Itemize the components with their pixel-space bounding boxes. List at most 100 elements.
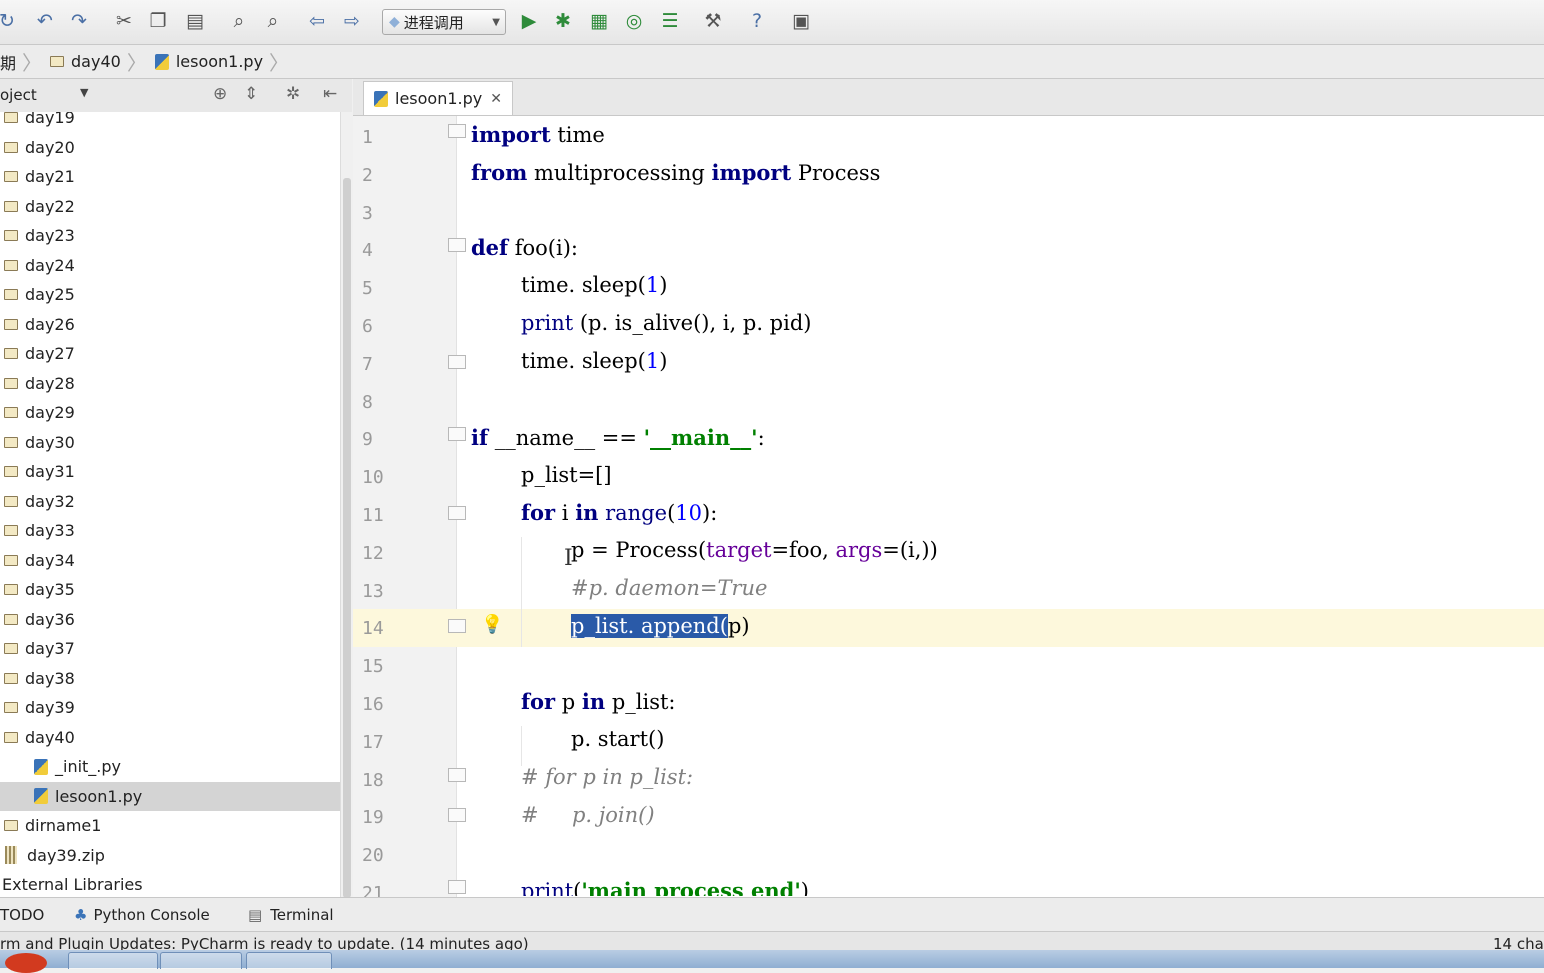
tree-item[interactable]: day19 bbox=[0, 112, 340, 132]
folder-icon bbox=[4, 554, 18, 566]
breadcrumb-separator: 〉 bbox=[22, 51, 43, 75]
tree-item[interactable]: day27 bbox=[0, 339, 340, 368]
todo-tab[interactable]: TODO bbox=[0, 906, 44, 924]
undo-icon[interactable]: ↶ bbox=[32, 8, 58, 34]
gear-icon[interactable]: ✲ bbox=[286, 84, 300, 104]
tree-item[interactable]: day35 bbox=[0, 575, 340, 604]
fold-marker[interactable] bbox=[448, 880, 466, 894]
taskbar-app[interactable] bbox=[160, 952, 242, 969]
find-icon[interactable]: ⌕ bbox=[226, 8, 252, 34]
tree-item[interactable]: day34 bbox=[0, 546, 340, 575]
terminal-tab[interactable]: ▤ Terminal bbox=[248, 906, 334, 924]
profile-icon[interactable]: ◎ bbox=[621, 8, 647, 34]
tree-item[interactable]: day37 bbox=[0, 634, 340, 663]
tree-item[interactable]: dirname1 bbox=[0, 811, 340, 840]
line-number: 2 bbox=[362, 164, 373, 186]
code-line-16: for p in p_list: bbox=[521, 689, 676, 714]
cut-icon[interactable]: ✂ bbox=[111, 8, 137, 34]
tree-item[interactable]: day24 bbox=[0, 251, 340, 280]
vcs-icon[interactable]: ▣ bbox=[788, 8, 814, 34]
project-view-select[interactable]: oject bbox=[0, 86, 37, 104]
tree-item[interactable]: day39.zip bbox=[0, 841, 340, 870]
tree-item-label: dirname1 bbox=[25, 816, 102, 835]
replace-icon[interactable]: ⌕ bbox=[260, 8, 286, 34]
coverage-icon[interactable]: ▦ bbox=[586, 8, 612, 34]
tree-item[interactable]: day28 bbox=[0, 369, 340, 398]
fold-marker[interactable] bbox=[448, 808, 466, 822]
run-file-icon[interactable]: ☰ bbox=[657, 8, 683, 34]
tree-item[interactable]: lesoon1.py bbox=[0, 781, 340, 811]
tree-item-label: day39 bbox=[25, 698, 75, 717]
scrollbar-thumb[interactable] bbox=[343, 178, 351, 898]
tree-item[interactable]: _init_.py bbox=[0, 752, 340, 781]
tree-item[interactable]: day26 bbox=[0, 310, 340, 339]
fold-marker[interactable] bbox=[448, 768, 466, 782]
chevron-down-icon[interactable]: ▼ bbox=[80, 86, 88, 99]
status-message[interactable]: rm and Plugin Updates: PyCharm is ready … bbox=[0, 935, 529, 950]
breadcrumb-file[interactable]: lesoon1.py bbox=[154, 52, 263, 71]
fold-marker[interactable] bbox=[448, 506, 466, 520]
code-text: =foo, bbox=[771, 538, 836, 562]
run-icon[interactable]: ▶ bbox=[516, 8, 542, 34]
tree-item[interactable]: day39 bbox=[0, 693, 340, 722]
breadcrumb-root[interactable]: 期 bbox=[0, 50, 16, 74]
settings-icon[interactable]: ⚒ bbox=[700, 8, 726, 34]
python-console-tab[interactable]: ♣ Python Console bbox=[74, 906, 210, 924]
tree-item[interactable]: day25 bbox=[0, 280, 340, 309]
tree-item[interactable]: day21 bbox=[0, 162, 340, 191]
tree-scrollbar[interactable] bbox=[340, 112, 353, 898]
tree-item-label: day24 bbox=[25, 255, 75, 275]
sync-icon[interactable]: ↻ bbox=[0, 8, 20, 34]
code-text: p_list: bbox=[605, 690, 676, 714]
fold-marker[interactable] bbox=[448, 124, 466, 138]
code-line-11: for i in range(10): bbox=[521, 500, 717, 525]
debug-icon[interactable]: ✱ bbox=[550, 8, 576, 34]
taskbar-app[interactable] bbox=[68, 952, 158, 969]
forward-icon[interactable]: ⇨ bbox=[339, 8, 365, 34]
fold-marker[interactable] bbox=[448, 238, 466, 252]
start-button[interactable] bbox=[5, 953, 47, 973]
tree-item[interactable]: External Libraries bbox=[0, 870, 340, 897]
tree-item-label: day34 bbox=[25, 550, 75, 570]
tree-item[interactable]: day38 bbox=[0, 664, 340, 693]
locate-icon[interactable]: ⊕ bbox=[213, 84, 227, 104]
collapse-all-icon[interactable]: ⇕ bbox=[244, 84, 258, 104]
close-icon[interactable]: ✕ bbox=[490, 91, 502, 107]
code-line-6: print (p. is_alive(), i, p. pid) bbox=[521, 311, 811, 335]
tree-item[interactable]: day30 bbox=[0, 428, 340, 457]
folder-icon bbox=[4, 230, 18, 241]
fold-marker[interactable] bbox=[448, 619, 466, 633]
tree-item[interactable]: day22 bbox=[0, 192, 340, 221]
breadcrumb-folder[interactable]: day40 bbox=[50, 52, 121, 71]
number-literal: 1 bbox=[645, 349, 660, 373]
status-right: 14 cha bbox=[1493, 935, 1544, 950]
tree-item[interactable]: day29 bbox=[0, 398, 340, 427]
tree-item[interactable]: day33 bbox=[0, 516, 340, 545]
fold-marker[interactable] bbox=[448, 427, 466, 441]
current-line-highlight bbox=[353, 609, 1544, 647]
tab-lesoon1[interactable]: lesoon1.py ✕ bbox=[363, 81, 513, 115]
tree-item[interactable]: day23 bbox=[0, 221, 340, 250]
redo-icon[interactable]: ↷ bbox=[66, 8, 92, 34]
line-number: 15 bbox=[362, 656, 384, 678]
tree-item[interactable]: day36 bbox=[0, 605, 340, 634]
python-console-icon: ♣ bbox=[74, 906, 88, 924]
selected-text[interactable]: p_list. append( bbox=[571, 614, 728, 638]
back-icon[interactable]: ⇦ bbox=[304, 8, 330, 34]
tree-item[interactable]: day31 bbox=[0, 457, 340, 486]
tree-item[interactable]: day20 bbox=[0, 133, 340, 162]
taskbar-app[interactable] bbox=[246, 952, 332, 969]
fold-marker[interactable] bbox=[448, 355, 466, 369]
paste-icon[interactable]: ▤ bbox=[182, 8, 208, 34]
copy-icon[interactable]: ❐ bbox=[145, 8, 171, 34]
line-number: 1 bbox=[362, 127, 373, 148]
hide-panel-icon[interactable]: ⇤ bbox=[323, 84, 337, 104]
code-text: p. start() bbox=[571, 727, 665, 751]
help-icon[interactable]: ? bbox=[744, 8, 770, 34]
tree-item[interactable]: day32 bbox=[0, 487, 340, 516]
line-number: 19 bbox=[362, 807, 384, 829]
tree-item[interactable]: day40 bbox=[0, 723, 340, 752]
run-config-select[interactable]: ◆ 进程调用 ▼ bbox=[382, 9, 506, 35]
lightbulb-icon[interactable]: 💡 bbox=[481, 614, 503, 635]
tree-item-label: day21 bbox=[25, 167, 75, 186]
